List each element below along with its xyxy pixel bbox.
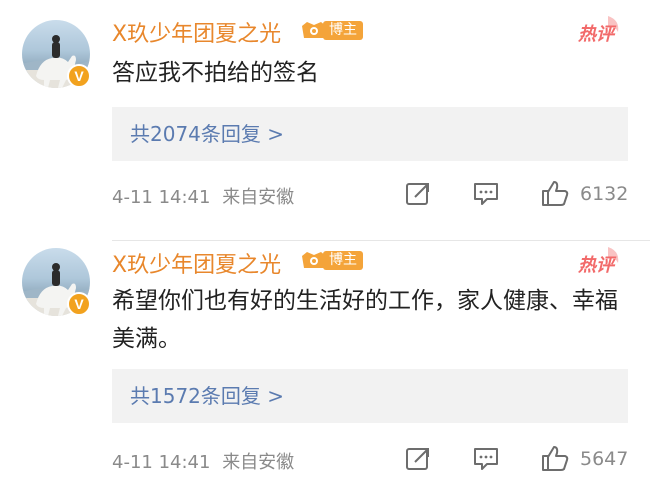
reply-count-link[interactable]: 共1572条回复 > [112, 369, 628, 423]
comment-meta: 4-11 14:41 来自安徽 [112, 183, 294, 209]
blogger-badge: 博主 [299, 248, 365, 272]
username[interactable]: X玖少年团夏之光 [112, 16, 281, 48]
timestamp: 4-11 14:41 [112, 452, 211, 473]
blogger-label: 博主 [323, 251, 363, 270]
hot-label: 热评 [578, 24, 614, 45]
reply-count-label: 共1572条回复 > [130, 384, 285, 408]
comment-icon[interactable] [472, 181, 500, 207]
timestamp: 4-11 14:41 [112, 187, 211, 208]
comment-text: 答应我不拍给的签名 [112, 60, 319, 86]
like-count: 6132 [580, 183, 629, 205]
hot-comment-badge: 热评 [574, 14, 624, 45]
verified-badge-icon: V [67, 64, 91, 88]
blogger-label: 博主 [323, 21, 363, 40]
hot-comment-badge: 热评 [574, 245, 624, 276]
thumbs-up-icon[interactable] [540, 179, 570, 207]
like-count: 5647 [580, 448, 629, 470]
divider [112, 240, 650, 241]
location: 来自安徽 [222, 452, 295, 473]
hot-label: 热评 [578, 255, 614, 276]
location: 来自安徽 [222, 187, 295, 208]
comment-icon[interactable] [472, 446, 500, 472]
reply-count-label: 共2074条回复 > [130, 122, 285, 146]
reply-count-link[interactable]: 共2074条回复 > [112, 107, 628, 161]
share-icon[interactable] [405, 446, 431, 472]
comment-item: V X玖少年团夏之光 博主 热评 答应我不拍给的签名 共2074条回复 > 4-… [0, 0, 650, 243]
comment-text: 希望你们也有好的生活好的工作，家人健康、幸福美满。 [112, 288, 618, 352]
share-icon[interactable] [405, 181, 431, 207]
blogger-badge: 博主 [299, 18, 365, 42]
username[interactable]: X玖少年团夏之光 [112, 247, 281, 279]
comment-item: V X玖少年团夏之光 博主 热评 希望你们也有好的生活好的工作，家人健康、幸福美… [0, 243, 650, 486]
comment-meta: 4-11 14:41 来自安徽 [112, 448, 294, 474]
thumbs-up-icon[interactable] [540, 444, 570, 472]
verified-badge-icon: V [67, 292, 91, 316]
